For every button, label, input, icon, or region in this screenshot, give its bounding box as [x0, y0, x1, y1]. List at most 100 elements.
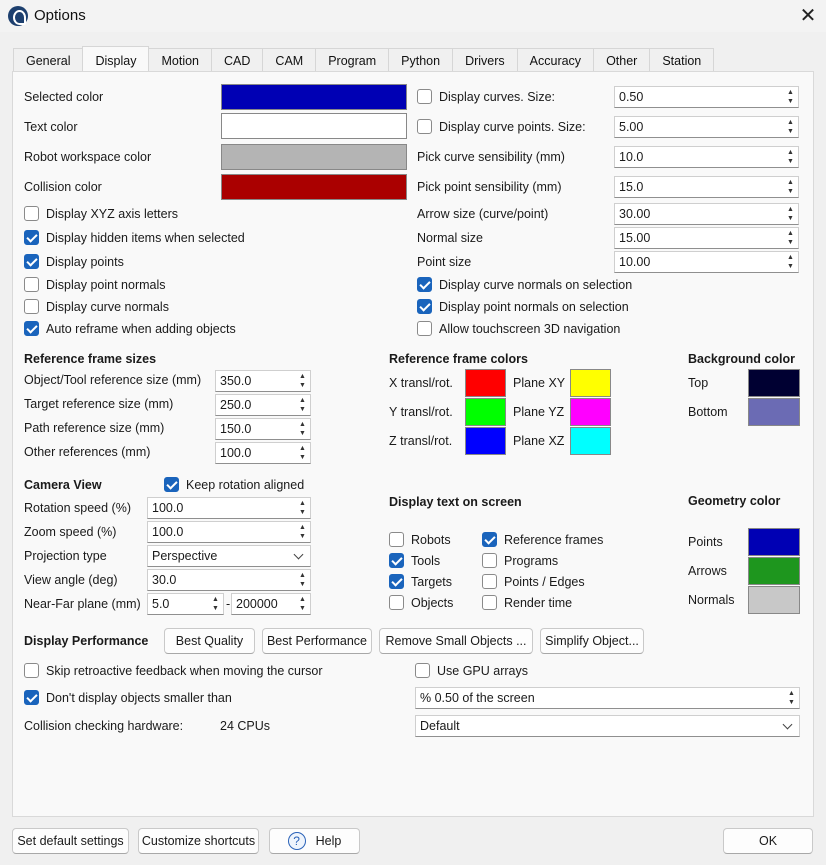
geometry-arrows-color-swatch[interactable] — [748, 557, 800, 585]
keep-rotation-aligned-checkbox[interactable]: Keep rotation aligned — [164, 477, 304, 492]
point-normals-on-selection-checkbox[interactable]: Display point normals on selection — [417, 299, 629, 314]
plane-xy-color-swatch[interactable] — [570, 369, 611, 397]
text-targets-checkbox[interactable]: Targets — [389, 574, 452, 589]
best-quality-button[interactable]: Best Quality — [164, 628, 255, 654]
geometry-normals-color-swatch[interactable] — [748, 586, 800, 614]
remove-small-objects-button[interactable]: Remove Small Objects ... — [379, 628, 533, 654]
checkbox-box[interactable] — [389, 574, 404, 589]
display-curves-checkbox[interactable]: Display curves. Size: — [417, 89, 555, 104]
tab-program[interactable]: Program — [315, 48, 390, 72]
y-transl-color-swatch[interactable] — [465, 398, 506, 426]
touchscreen-navigation-checkbox[interactable]: Allow touchscreen 3D navigation — [417, 321, 620, 336]
normal-size-input[interactable]: 15.00 ▲ ▼ — [614, 227, 799, 249]
display-hidden-items-checkbox[interactable]: Display hidden items when selected — [24, 230, 245, 245]
use-gpu-arrays-checkbox[interactable]: Use GPU arrays — [415, 663, 528, 678]
text-programs-checkbox[interactable]: Programs — [482, 553, 558, 568]
point-size-input[interactable]: 10.00 ▲ ▼ — [614, 251, 799, 273]
tab-other[interactable]: Other — [593, 48, 651, 72]
display-points-checkbox[interactable]: Display points — [24, 254, 124, 269]
close-icon[interactable]: ✕ — [795, 3, 821, 29]
spinner-icon[interactable]: ▲ ▼ — [296, 396, 309, 414]
spinner-icon[interactable]: ▲ ▼ — [784, 229, 797, 247]
text-points-edges-checkbox[interactable]: Points / Edges — [482, 574, 585, 589]
tab-display[interactable]: Display — [82, 46, 150, 72]
tab-accuracy[interactable]: Accuracy — [516, 48, 595, 72]
checkbox-box[interactable] — [417, 277, 432, 292]
set-default-settings-button[interactable]: Set default settings — [12, 828, 129, 854]
checkbox-box[interactable] — [415, 663, 430, 678]
pick-point-input[interactable]: 15.0 ▲ ▼ — [614, 176, 799, 198]
checkbox-box[interactable] — [24, 206, 39, 221]
checkbox-box[interactable] — [482, 532, 497, 547]
text-color-swatch[interactable] — [221, 113, 407, 139]
best-performance-button[interactable]: Best Performance — [262, 628, 372, 654]
other-ref-size-input[interactable]: 100.0 ▲ ▼ — [215, 442, 311, 464]
checkbox-box[interactable] — [389, 553, 404, 568]
text-tools-checkbox[interactable]: Tools — [389, 553, 440, 568]
simplify-object-button[interactable]: Simplify Object... — [540, 628, 644, 654]
plane-yz-color-swatch[interactable] — [570, 398, 611, 426]
checkbox-box[interactable] — [482, 574, 497, 589]
display-xyz-axis-letters-checkbox[interactable]: Display XYZ axis letters — [24, 206, 178, 221]
checkbox-box[interactable] — [24, 254, 39, 269]
text-robots-checkbox[interactable]: Robots — [389, 532, 451, 547]
text-render-time-checkbox[interactable]: Render time — [482, 595, 572, 610]
checkbox-box[interactable] — [24, 663, 39, 678]
checkbox-box[interactable] — [389, 595, 404, 610]
checkbox-box[interactable] — [417, 321, 432, 336]
tab-cad[interactable]: CAD — [211, 48, 264, 72]
z-transl-color-swatch[interactable] — [465, 427, 506, 455]
checkbox-box[interactable] — [24, 230, 39, 245]
background-top-color-swatch[interactable] — [748, 369, 800, 397]
target-ref-size-input[interactable]: 250.0 ▲ ▼ — [215, 394, 311, 416]
screen-percent-input[interactable]: % 0.50 of the screen ▲ ▼ — [415, 687, 800, 709]
checkbox-box[interactable] — [482, 595, 497, 610]
text-reference-frames-checkbox[interactable]: Reference frames — [482, 532, 603, 547]
spinner-icon[interactable]: ▲ ▼ — [296, 420, 309, 438]
display-curve-points-checkbox[interactable]: Display curve points. Size: — [417, 119, 586, 134]
checkbox-box[interactable] — [482, 553, 497, 568]
checkbox-box[interactable] — [24, 690, 39, 705]
checkbox-box[interactable] — [417, 119, 432, 134]
x-transl-color-swatch[interactable] — [465, 369, 506, 397]
tab-cam[interactable]: CAM — [262, 48, 317, 72]
view-angle-input[interactable]: 30.0 ▲ ▼ — [147, 569, 311, 591]
spinner-icon[interactable]: ▲ ▼ — [784, 148, 797, 166]
spinner-icon[interactable]: ▲ ▼ — [296, 499, 309, 517]
spinner-icon[interactable]: ▲ ▼ — [209, 595, 222, 613]
checkbox-box[interactable] — [389, 532, 404, 547]
customize-shortcuts-button[interactable]: Customize shortcuts — [138, 828, 259, 854]
curve-normals-on-selection-checkbox[interactable]: Display curve normals on selection — [417, 277, 632, 292]
tab-drivers[interactable]: Drivers — [452, 48, 518, 72]
help-button[interactable]: ? Help — [269, 828, 360, 854]
display-curve-normals-checkbox[interactable]: Display curve normals — [24, 299, 169, 314]
checkbox-box[interactable] — [417, 89, 432, 104]
plane-xz-color-swatch[interactable] — [570, 427, 611, 455]
spinner-icon[interactable]: ▲ ▼ — [296, 444, 309, 462]
display-point-normals-checkbox[interactable]: Display point normals — [24, 277, 166, 292]
path-ref-size-input[interactable]: 150.0 ▲ ▼ — [215, 418, 311, 440]
dont-display-small-objects-checkbox[interactable]: Don't display objects smaller than — [24, 690, 232, 705]
far-plane-input[interactable]: 200000 ▲ ▼ — [231, 593, 311, 615]
curve-points-size-input[interactable]: 5.00 ▲ ▼ — [614, 116, 799, 138]
spinner-icon[interactable]: ▲ ▼ — [784, 88, 797, 106]
spinner-icon[interactable]: ▲ ▼ — [784, 205, 797, 223]
near-plane-input[interactable]: 5.0 ▲ ▼ — [147, 593, 224, 615]
pick-curve-input[interactable]: 10.0 ▲ ▼ — [614, 146, 799, 168]
rotation-speed-input[interactable]: 100.0 ▲ ▼ — [147, 497, 311, 519]
spinner-icon[interactable]: ▲ ▼ — [785, 689, 798, 707]
spinner-icon[interactable]: ▲ ▼ — [784, 253, 797, 271]
spinner-icon[interactable]: ▲ ▼ — [296, 523, 309, 541]
object-tool-ref-size-input[interactable]: 350.0 ▲ ▼ — [215, 370, 311, 392]
zoom-speed-input[interactable]: 100.0 ▲ ▼ — [147, 521, 311, 543]
spinner-icon[interactable]: ▲ ▼ — [784, 118, 797, 136]
collision-hardware-select[interactable]: Default — [415, 715, 800, 737]
ok-button[interactable]: OK — [723, 828, 813, 854]
tab-python[interactable]: Python — [388, 48, 454, 72]
checkbox-box[interactable] — [164, 477, 179, 492]
skip-retroactive-feedback-checkbox[interactable]: Skip retroactive feedback when moving th… — [24, 663, 323, 678]
text-objects-checkbox[interactable]: Objects — [389, 595, 453, 610]
checkbox-box[interactable] — [24, 299, 39, 314]
auto-reframe-checkbox[interactable]: Auto reframe when adding objects — [24, 321, 236, 336]
tab-motion[interactable]: Motion — [148, 48, 213, 72]
